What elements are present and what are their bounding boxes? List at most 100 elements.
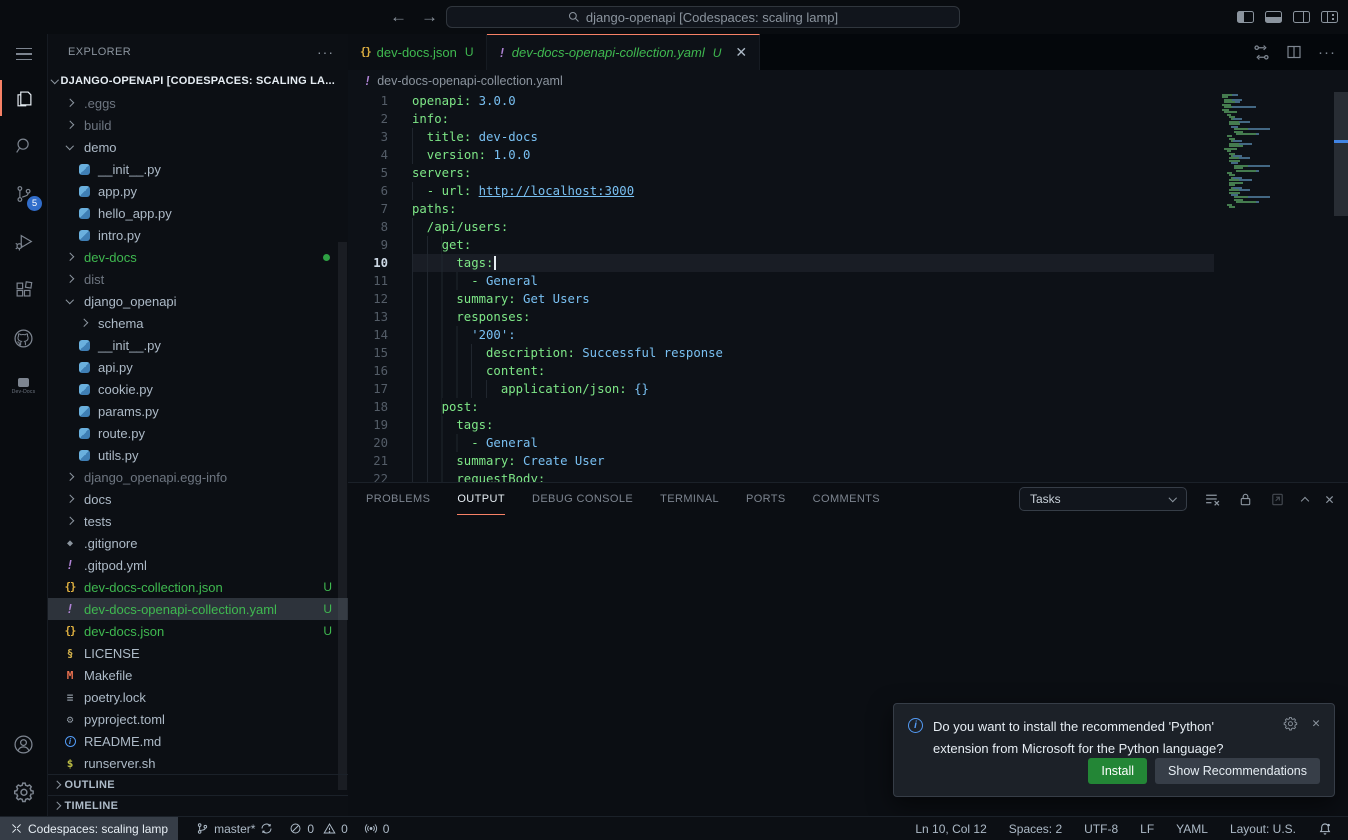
notification-settings-gear-icon[interactable] (1283, 716, 1298, 731)
command-center-search[interactable]: django-openapi [Codespaces: scaling lamp… (446, 6, 960, 28)
tree-folder-schema[interactable]: schema (48, 312, 348, 334)
code-line-19[interactable]: 19tags: (348, 416, 1348, 434)
keyboard-layout[interactable]: Layout: U.S. (1222, 822, 1304, 836)
code-line-14[interactable]: 14'200': (348, 326, 1348, 344)
timeline-section[interactable]: TIMELINE (48, 795, 348, 816)
code-line-11[interactable]: 11- General (348, 272, 1348, 290)
cursor-position[interactable]: Ln 10, Col 12 (907, 822, 994, 836)
panel-tab-comments[interactable]: COMMENTS (813, 483, 880, 515)
code-line-20[interactable]: 20- General (348, 434, 1348, 452)
code-line-9[interactable]: 9get: (348, 236, 1348, 254)
code-line-2[interactable]: 2info: (348, 110, 1348, 128)
tree-folder-django_openapi.egg-info[interactable]: django_openapi.egg-info (48, 466, 348, 488)
toggle-sidebar-icon[interactable] (1237, 11, 1254, 23)
tree-folder-dev-docs[interactable]: dev-docs (48, 246, 348, 268)
clear-output-icon[interactable] (1204, 491, 1221, 508)
more-actions-icon[interactable]: ··· (1318, 44, 1336, 61)
search-view-icon[interactable] (0, 122, 47, 170)
notification-close-icon[interactable]: ✕ (1312, 716, 1320, 760)
tree-folder-docs[interactable]: docs (48, 488, 348, 510)
code-line-7[interactable]: 7paths: (348, 200, 1348, 218)
tree-file-utils.py[interactable]: utils.py (48, 444, 348, 466)
tree-file-Makefile[interactable]: MMakefile (48, 664, 348, 686)
split-editor-icon[interactable] (1286, 44, 1302, 60)
settings-gear-icon[interactable] (0, 768, 47, 816)
code-line-6[interactable]: 6- url: http://localhost:3000 (348, 182, 1348, 200)
minimap[interactable] (1222, 94, 1332, 209)
tab-close-icon[interactable]: ✕ (735, 44, 747, 61)
tree-file-.gitpod.yml[interactable]: !.gitpod.yml (48, 554, 348, 576)
tree-file-README.md[interactable]: iREADME.md (48, 730, 348, 752)
tree-file-hello_app.py[interactable]: hello_app.py (48, 202, 348, 224)
panel-tab-debug-console[interactable]: DEBUG CONSOLE (532, 483, 633, 515)
eol-sequence[interactable]: LF (1132, 822, 1162, 836)
tree-file-__init__.py[interactable]: __init__.py (48, 158, 348, 180)
tree-folder-demo[interactable]: demo (48, 136, 348, 158)
tree-file-pyproject.toml[interactable]: ⚙pyproject.toml (48, 708, 348, 730)
extensions-icon[interactable] (0, 266, 47, 314)
open-output-in-editor-icon[interactable] (1270, 492, 1285, 507)
editor-scrollbar[interactable] (1334, 92, 1348, 482)
code-line-3[interactable]: 3title: dev-docs (348, 128, 1348, 146)
tree-file-dev-docs.json[interactable]: {}dev-docs.jsonU (48, 620, 348, 642)
indentation[interactable]: Spaces: 2 (1001, 822, 1070, 836)
tree-file-route.py[interactable]: route.py (48, 422, 348, 444)
notifications-bell-icon[interactable] (1310, 822, 1340, 836)
tree-file-dev-docs-collection.json[interactable]: {}dev-docs-collection.jsonU (48, 576, 348, 598)
open-changes-icon[interactable] (1253, 44, 1270, 61)
devdocs-extension-icon[interactable]: Dev-Docs (0, 362, 47, 410)
scrollbar-thumb[interactable] (1334, 92, 1348, 216)
code-line-5[interactable]: 5servers: (348, 164, 1348, 182)
code-line-12[interactable]: 12summary: Get Users (348, 290, 1348, 308)
outline-section[interactable]: OUTLINE (48, 774, 348, 795)
tree-folder-tests[interactable]: tests (48, 510, 348, 532)
code-line-10[interactable]: 10tags: (348, 254, 1348, 272)
editor-tab-dev-docs.json[interactable]: {}dev-docs.jsonU (348, 34, 487, 70)
run-debug-icon[interactable] (0, 218, 47, 266)
encoding[interactable]: UTF-8 (1076, 822, 1126, 836)
editor-tab-dev-docs-openapi-collection.yaml[interactable]: !dev-docs-openapi-collection.yamlU✕ (487, 34, 761, 70)
close-panel-icon[interactable]: ✕ (1325, 490, 1334, 508)
tree-file-poetry.lock[interactable]: ≡poetry.lock (48, 686, 348, 708)
tree-file-.gitignore[interactable]: ◆.gitignore (48, 532, 348, 554)
tree-folder-.eggs[interactable]: .eggs (48, 92, 348, 114)
code-line-18[interactable]: 18post: (348, 398, 1348, 416)
tree-folder-dist[interactable]: dist (48, 268, 348, 290)
code-editor[interactable]: 1openapi: 3.0.02info:3title: dev-docs4ve… (348, 92, 1348, 482)
back-arrow-icon[interactable]: ← (390, 7, 407, 27)
code-line-16[interactable]: 16content: (348, 362, 1348, 380)
install-button[interactable]: Install (1088, 758, 1147, 784)
github-icon[interactable] (0, 314, 47, 362)
branch-indicator[interactable]: master* (188, 817, 281, 840)
maximize-panel-icon[interactable] (1301, 496, 1309, 504)
menu-icon[interactable] (0, 34, 47, 74)
tree-file-params.py[interactable]: params.py (48, 400, 348, 422)
panel-tab-ports[interactable]: PORTS (746, 483, 786, 515)
remote-indicator[interactable]: Codespaces: scaling lamp (0, 817, 178, 840)
problems-indicator[interactable]: 0 0 (281, 817, 355, 840)
code-line-21[interactable]: 21summary: Create User (348, 452, 1348, 470)
tree-file-runserver.sh[interactable]: $runserver.sh (48, 752, 348, 774)
tree-file-app.py[interactable]: app.py (48, 180, 348, 202)
sync-icon[interactable] (260, 822, 273, 835)
tree-file-dev-docs-openapi-collection.yaml[interactable]: !dev-docs-openapi-collection.yamlU (48, 598, 348, 620)
toggle-panel-icon[interactable] (1265, 11, 1282, 23)
ports-indicator[interactable]: 0 (356, 817, 398, 840)
panel-tab-output[interactable]: OUTPUT (457, 483, 505, 515)
forward-arrow-icon[interactable]: → (421, 7, 438, 27)
explorer-icon[interactable] (0, 74, 47, 122)
tree-file-LICENSE[interactable]: §LICENSE (48, 642, 348, 664)
sidebar-scrollbar[interactable] (338, 242, 347, 790)
code-line-1[interactable]: 1openapi: 3.0.0 (348, 92, 1348, 110)
tree-file-intro.py[interactable]: intro.py (48, 224, 348, 246)
tree-folder-django_openapi[interactable]: django_openapi (48, 290, 348, 312)
code-line-8[interactable]: 8/api/users: (348, 218, 1348, 236)
sidebar-more-actions-icon[interactable]: ··· (317, 44, 334, 60)
toggle-secondary-sidebar-icon[interactable] (1293, 11, 1310, 23)
code-line-4[interactable]: 4version: 1.0.0 (348, 146, 1348, 164)
account-icon[interactable] (0, 720, 47, 768)
workspace-root-row[interactable]: DJANGO-OPENAPI [CODESPACES: SCALING LA..… (48, 70, 348, 92)
breadcrumb[interactable]: ! dev-docs-openapi-collection.yaml (348, 70, 1348, 92)
language-mode[interactable]: YAML (1168, 822, 1216, 836)
code-line-15[interactable]: 15description: Successful response (348, 344, 1348, 362)
